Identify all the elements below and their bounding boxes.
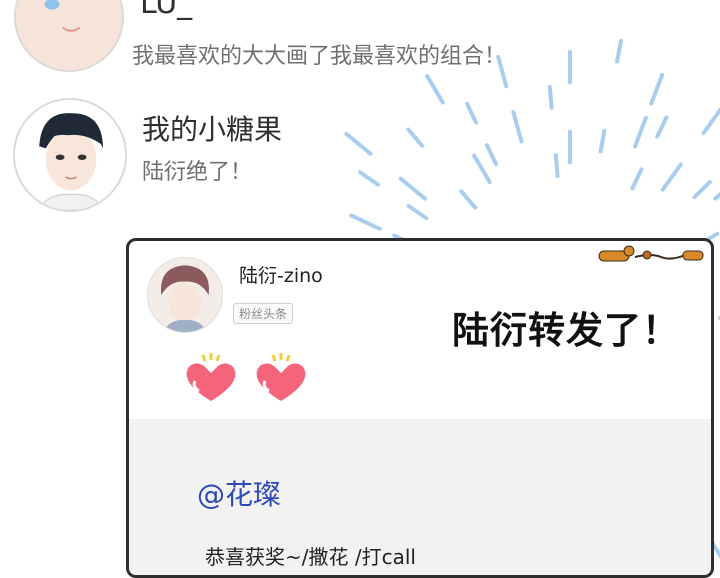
heart-icon <box>186 353 236 401</box>
sparkle-icon <box>201 353 221 362</box>
burst-line <box>511 110 524 144</box>
burst-line <box>459 189 478 210</box>
sausage-dog-icon <box>598 245 704 262</box>
burst-line <box>660 162 683 192</box>
burst-line <box>425 74 445 105</box>
burst-line <box>464 101 479 125</box>
mention-link[interactable]: @花璨 <box>197 473 281 513</box>
burst-line <box>344 131 373 156</box>
burst-line <box>349 213 382 231</box>
fan-headline-badge: 粉丝头条 <box>233 303 294 324</box>
comment-2-message: 陆衍绝了！ <box>142 160 253 185</box>
burst-line <box>472 153 492 185</box>
burst-line <box>547 84 554 110</box>
burst-line <box>692 180 712 200</box>
burst-line <box>701 106 720 136</box>
burst-line <box>553 153 560 178</box>
burst-line <box>406 203 429 221</box>
repost-card[interactable]: 陆衍-zino 粉丝头条 @花璨 恭喜获奖~/撒花 /打call <box>126 238 714 578</box>
avatar-little-candy-portrait <box>15 100 125 210</box>
comment-1-username[interactable]: LU_ <box>140 0 192 21</box>
comment-1-message: 我最喜欢的大大画了我最喜欢的组合！ <box>132 44 507 69</box>
burst-line <box>713 191 720 201</box>
avatar-little-candy[interactable] <box>13 98 127 212</box>
repost-avatar-portrait <box>148 258 222 332</box>
repost-avatar[interactable] <box>147 257 223 333</box>
burst-line <box>655 115 669 139</box>
burst-line <box>633 115 648 149</box>
caption-text: 陆衍转发了！ <box>448 298 684 356</box>
repost-username[interactable]: 陆衍-zino <box>239 261 323 288</box>
comment-2-username[interactable]: 我的小糖果 <box>142 108 282 148</box>
sparkle-icon <box>271 353 291 362</box>
burst-line <box>615 38 623 64</box>
heart-icon <box>256 353 306 401</box>
burst-line <box>598 128 607 154</box>
burst-line <box>484 143 499 167</box>
burst-line <box>406 127 425 148</box>
burst-line <box>649 72 665 106</box>
burst-line <box>630 167 644 191</box>
burst-line <box>398 176 427 201</box>
burst-line <box>358 170 380 187</box>
repost-content-text: 恭喜获奖~/撒花 /打call <box>205 545 416 569</box>
